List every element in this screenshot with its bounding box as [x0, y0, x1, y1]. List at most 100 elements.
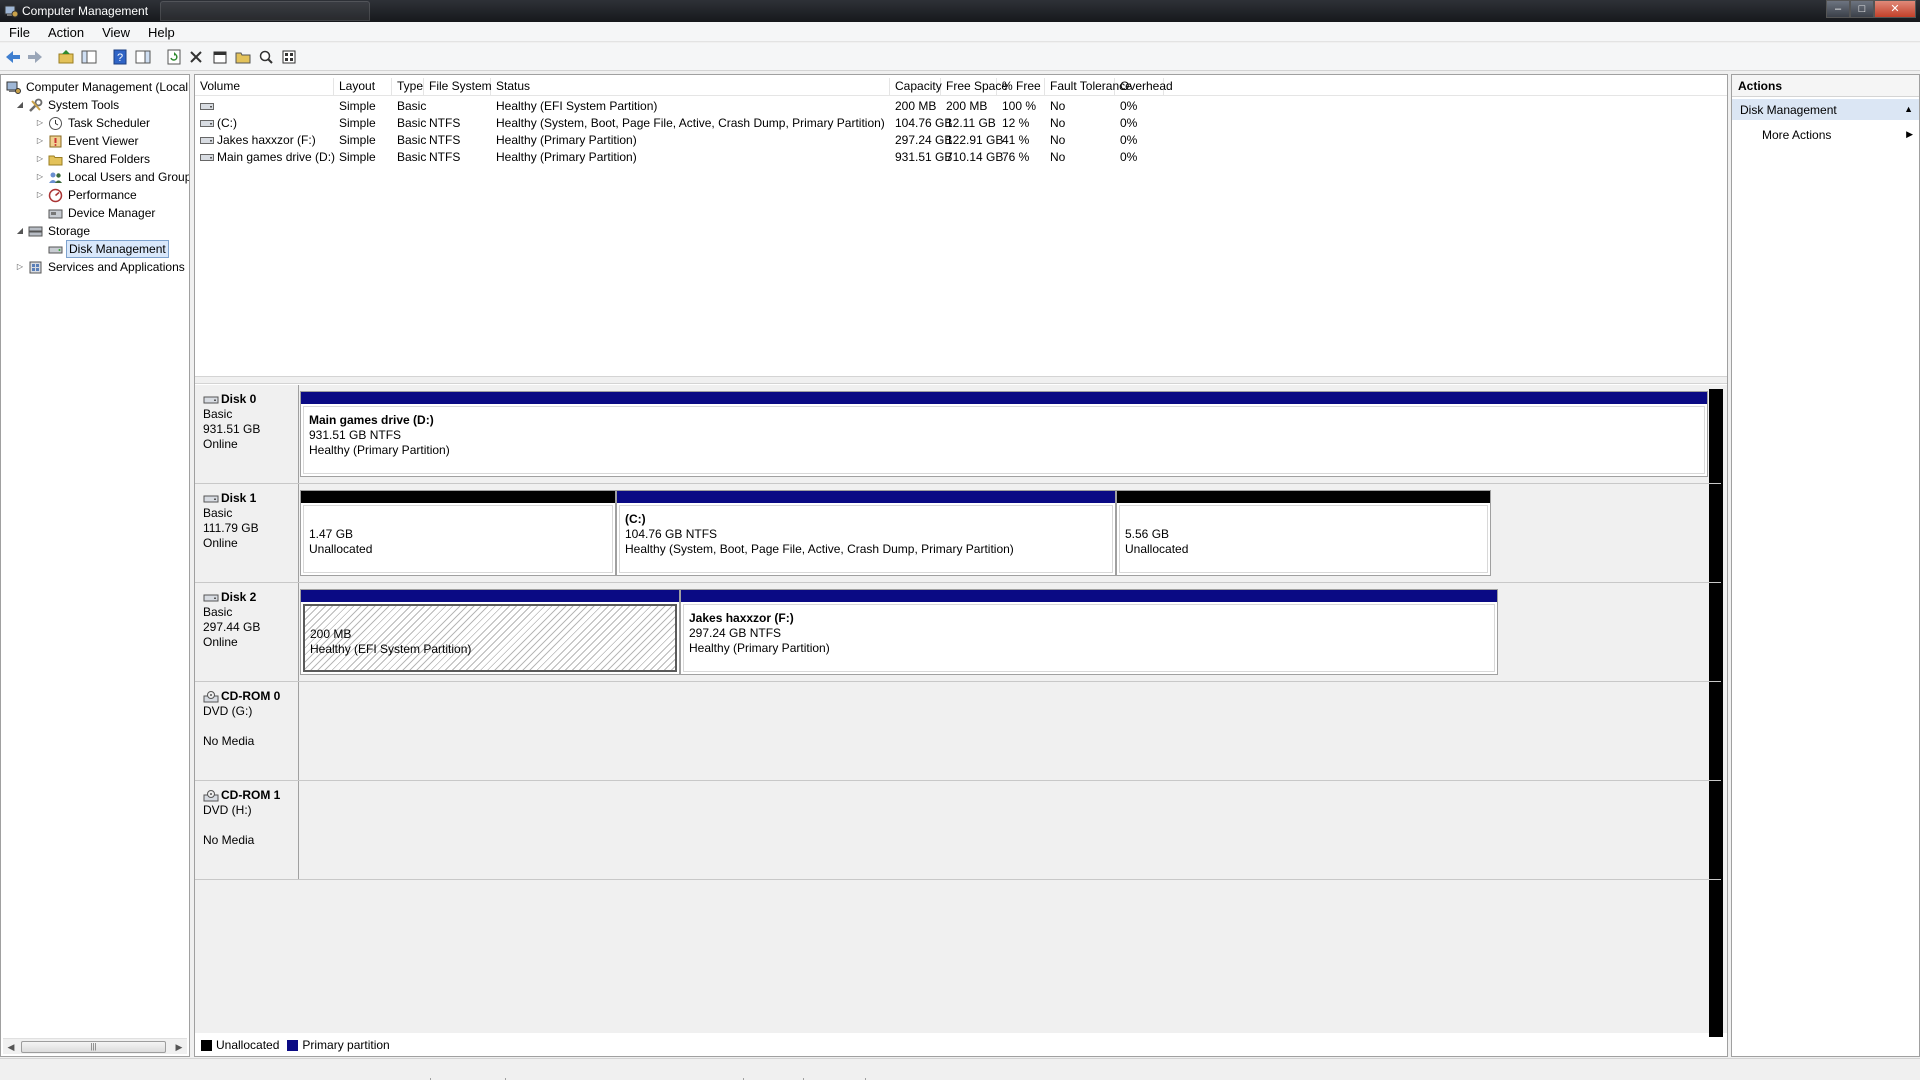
partition-efi[interactable]: 200 MB Healthy (EFI System Partition): [300, 589, 680, 675]
forward-button[interactable]: [25, 47, 45, 67]
disk-state: Online: [203, 536, 238, 550]
table-row[interactable]: Simple Basic Healthy (EFI System Partition…: [195, 98, 1727, 115]
console-tree: Computer Management (Local ◢ System Tools…: [0, 74, 190, 1057]
collapsed-arrow-icon[interactable]: ▷: [35, 172, 45, 182]
collapsed-arrow-icon[interactable]: ▷: [15, 262, 25, 272]
collapsed-arrow-icon[interactable]: ▷: [35, 136, 45, 146]
back-button[interactable]: [3, 47, 23, 67]
collapsed-arrow-icon[interactable]: ▷: [35, 118, 45, 128]
column-header-free-space[interactable]: Free Space: [941, 78, 1008, 96]
actions-section-disk-management[interactable]: Disk Management ▲: [1732, 99, 1919, 120]
tree-item-system-tools[interactable]: ◢ System Tools: [15, 96, 121, 114]
collapsed-arrow-icon[interactable]: ▷: [35, 154, 45, 164]
disk-settings-button[interactable]: [279, 47, 299, 67]
tree-item-disk-management[interactable]: Disk Management: [35, 240, 169, 258]
close-button[interactable]: ✕: [1874, 0, 1916, 18]
disk-name-text: Disk 2: [221, 590, 257, 604]
show-hide-tree-button[interactable]: [79, 47, 99, 67]
column-header-type[interactable]: Type: [392, 78, 424, 96]
tree-item-label: Performance: [68, 188, 137, 202]
help-icon: ?: [113, 49, 127, 65]
disk-label[interactable]: Disk 1 Basic 111.79 GB Online: [195, 484, 299, 582]
column-header-layout[interactable]: Layout: [334, 78, 392, 96]
volume-name: (C:): [217, 116, 237, 130]
collapse-up-icon[interactable]: ▲: [1904, 104, 1913, 114]
table-cell: (C:): [195, 115, 334, 132]
table-cell: 931.51 GB: [895, 150, 953, 164]
tree-item-label: System Tools: [48, 98, 120, 112]
window-title: Computer Management: [22, 4, 149, 18]
table-cell: No: [1050, 150, 1066, 164]
menu-view[interactable]: View: [93, 22, 139, 41]
disk-label[interactable]: Disk 0 Basic 931.51 GB Online: [195, 385, 299, 483]
table-row[interactable]: Jakes haxxzor (F:) Simple Basic NTFS Healthy…: [195, 132, 1727, 149]
scrollbar-thumb[interactable]: |||: [21, 1041, 166, 1053]
open-folder-button[interactable]: [233, 47, 253, 67]
column-header--free[interactable]: % Free: [997, 78, 1045, 96]
disk-row-disk-0: Disk 0 Basic 931.51 GB Online Main games dri…: [195, 385, 1721, 484]
partition-unallocated[interactable]: 5.56 GB Unallocated: [1116, 490, 1491, 576]
partition-primary[interactable]: Jakes haxxzor (F:) 297.24 GB NTFS Healthy …: [680, 589, 1498, 675]
scroll-left-arrow-icon[interactable]: ◀: [4, 1041, 18, 1053]
table-cell: 100 %: [1002, 99, 1037, 113]
tree-item-shared-folders[interactable]: ▷ Shared Folders: [35, 150, 152, 168]
menu-file[interactable]: File: [0, 22, 39, 41]
table-row[interactable]: Main games drive (D:) Simple Basic NTFS Heal…: [195, 149, 1727, 166]
column-header-file-system[interactable]: File System: [424, 78, 492, 96]
scroll-right-arrow-icon[interactable]: ▶: [172, 1041, 186, 1053]
tree-item-performance[interactable]: ▷ Performance: [35, 186, 139, 204]
magnifier-icon: [259, 50, 273, 64]
partition-primary[interactable]: (C:) 104.76 GB NTFS Healthy (System, Boot,…: [616, 490, 1116, 576]
partition-primary[interactable]: Main games drive (D:) 931.51 GB NTFS Healt…: [300, 391, 1708, 477]
minimize-button[interactable]: –: [1826, 0, 1850, 18]
tree-item-device-manager[interactable]: Device Manager: [35, 204, 157, 222]
column-header-fault-tolerance[interactable]: Fault Tolerance: [1045, 78, 1132, 96]
tree-item-computer-management[interactable]: Computer Management (Local: [3, 78, 189, 96]
tree-item-task-scheduler[interactable]: ▷ Task Scheduler: [35, 114, 152, 132]
table-row[interactable]: (C:) Simple Basic NTFS Healthy (System, Boot…: [195, 115, 1727, 132]
up-one-level-button[interactable]: [56, 47, 76, 67]
storage-icon: [27, 223, 43, 239]
tree-item-event-viewer[interactable]: ▷ Event Viewer: [35, 132, 140, 150]
properties-button[interactable]: [210, 47, 230, 67]
more-actions-item[interactable]: More Actions ▶: [1732, 125, 1919, 145]
refresh-button[interactable]: [164, 47, 184, 67]
menu-action[interactable]: Action: [39, 22, 93, 41]
help-button[interactable]: ?: [110, 47, 130, 67]
volume-name: Main games drive (D:): [217, 150, 336, 164]
column-header-overhead[interactable]: Overhead: [1115, 78, 1173, 96]
tree-item-storage[interactable]: ◢ Storage: [15, 222, 92, 240]
svg-text:?: ?: [117, 52, 123, 64]
disk-type: Basic: [203, 605, 233, 619]
partition-name: [310, 612, 670, 627]
partition-bar: [1117, 491, 1490, 503]
collapsed-arrow-icon[interactable]: ▷: [35, 190, 45, 200]
disk-label[interactable]: Disk 2 Basic 297.44 GB Online: [195, 583, 299, 681]
column-header-capacity[interactable]: Capacity: [890, 78, 942, 96]
disk-label[interactable]: CD-ROM 0 DVD (G:) No Media: [195, 682, 299, 780]
computer-management-icon: [4, 5, 18, 18]
column-header-status[interactable]: Status: [491, 78, 890, 96]
delete-button[interactable]: [186, 47, 206, 67]
table-cell: Simple: [339, 133, 376, 147]
table-cell: 297.24 GB: [895, 133, 953, 147]
tree-item-local-users-and-groups[interactable]: ▷ Local Users and Groups: [35, 168, 189, 186]
disk-label[interactable]: CD-ROM 1 DVD (H:) No Media: [195, 781, 299, 879]
expanded-arrow-icon[interactable]: ◢: [15, 226, 25, 236]
maximize-button[interactable]: □: [1850, 0, 1874, 18]
pane-splitter[interactable]: [195, 376, 1727, 384]
expanded-arrow-icon[interactable]: ◢: [15, 100, 25, 110]
tree-horizontal-scrollbar[interactable]: ◀ ||| ▶: [3, 1038, 187, 1054]
menu-help[interactable]: Help: [139, 22, 184, 41]
volume-disk-icon: [200, 103, 214, 111]
search-button[interactable]: [256, 47, 276, 67]
folder-up-icon: [58, 50, 74, 64]
show-hide-action-pane-button[interactable]: [133, 47, 153, 67]
partition-unallocated[interactable]: 1.47 GB Unallocated: [300, 490, 616, 576]
column-header-volume[interactable]: Volume: [195, 78, 334, 96]
tree-item-services-and-applications[interactable]: ▷ Services and Applications: [15, 258, 187, 276]
tree-item-label: Shared Folders: [68, 152, 151, 166]
table-cell: NTFS: [429, 133, 461, 147]
legend-primary-swatch: [287, 1039, 299, 1051]
